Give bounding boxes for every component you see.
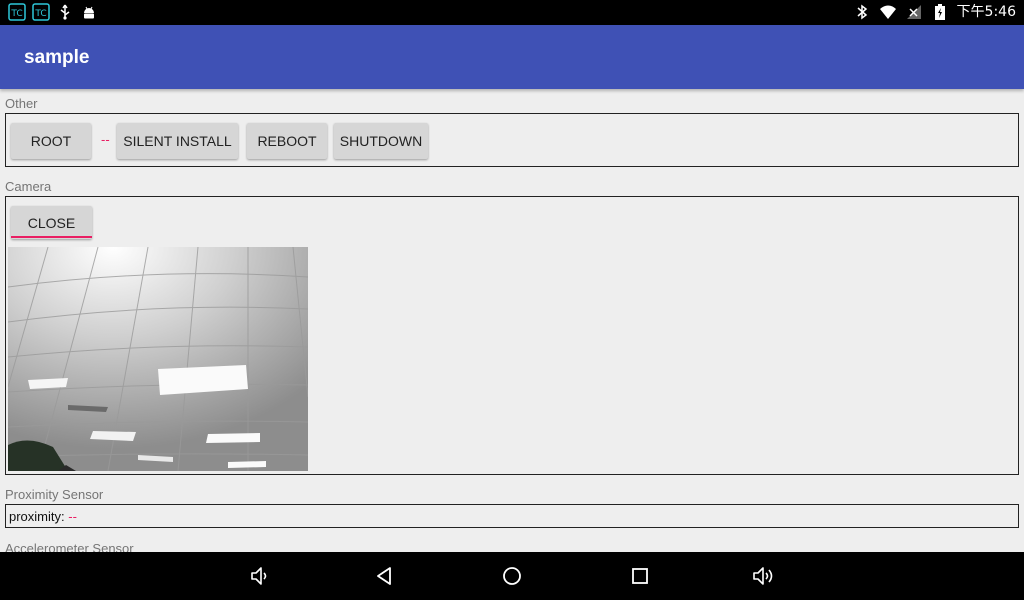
status-bar: TC TC 下午5:46 (0, 0, 1024, 25)
battery-charging-icon (931, 3, 949, 21)
recents-icon[interactable] (628, 564, 652, 588)
reboot-button[interactable]: REBOOT (247, 123, 327, 159)
section-label-accelerometer: Accelerometer Sensor (5, 541, 134, 552)
svg-text:TC: TC (34, 9, 46, 19)
app-icon: TC (8, 3, 26, 21)
home-icon[interactable] (500, 564, 524, 588)
wifi-icon (879, 3, 897, 21)
svg-text:TC: TC (10, 9, 22, 19)
section-label-camera: Camera (5, 179, 52, 194)
proximity-prefix: proximity: (9, 509, 65, 524)
section-label-other: Other (5, 96, 38, 111)
root-status: -- (101, 132, 110, 147)
signal-icon (905, 3, 923, 21)
proximity-row: proximity: -- (5, 504, 1019, 528)
navigation-bar (0, 552, 1024, 600)
other-panel: ROOT -- SILENT INSTALL REBOOT SHUTDOWN (5, 113, 1019, 167)
usb-icon (56, 3, 74, 21)
app-title: sample (24, 47, 90, 68)
section-label-proximity: Proximity Sensor (5, 487, 104, 502)
close-button-accent (11, 236, 92, 238)
camera-preview (8, 247, 308, 471)
volume-down-icon[interactable] (248, 564, 272, 588)
silent-install-button[interactable]: SILENT INSTALL (117, 123, 238, 159)
main-content[interactable]: Other ROOT -- SILENT INSTALL REBOOT SHUT… (0, 89, 1024, 552)
close-camera-button[interactable]: CLOSE (11, 206, 92, 239)
volume-up-icon[interactable] (752, 564, 776, 588)
shutdown-button[interactable]: SHUTDOWN (334, 123, 428, 159)
back-icon[interactable] (372, 564, 396, 588)
status-time: 下午5:46 (956, 4, 1016, 20)
bluetooth-icon (853, 3, 871, 21)
app-bar: sample (0, 25, 1024, 89)
proximity-value: -- (68, 509, 77, 524)
app-icon: TC (32, 3, 50, 21)
camera-panel: CLOSE (5, 196, 1019, 475)
android-debug-icon (80, 3, 98, 21)
root-button[interactable]: ROOT (11, 123, 91, 159)
